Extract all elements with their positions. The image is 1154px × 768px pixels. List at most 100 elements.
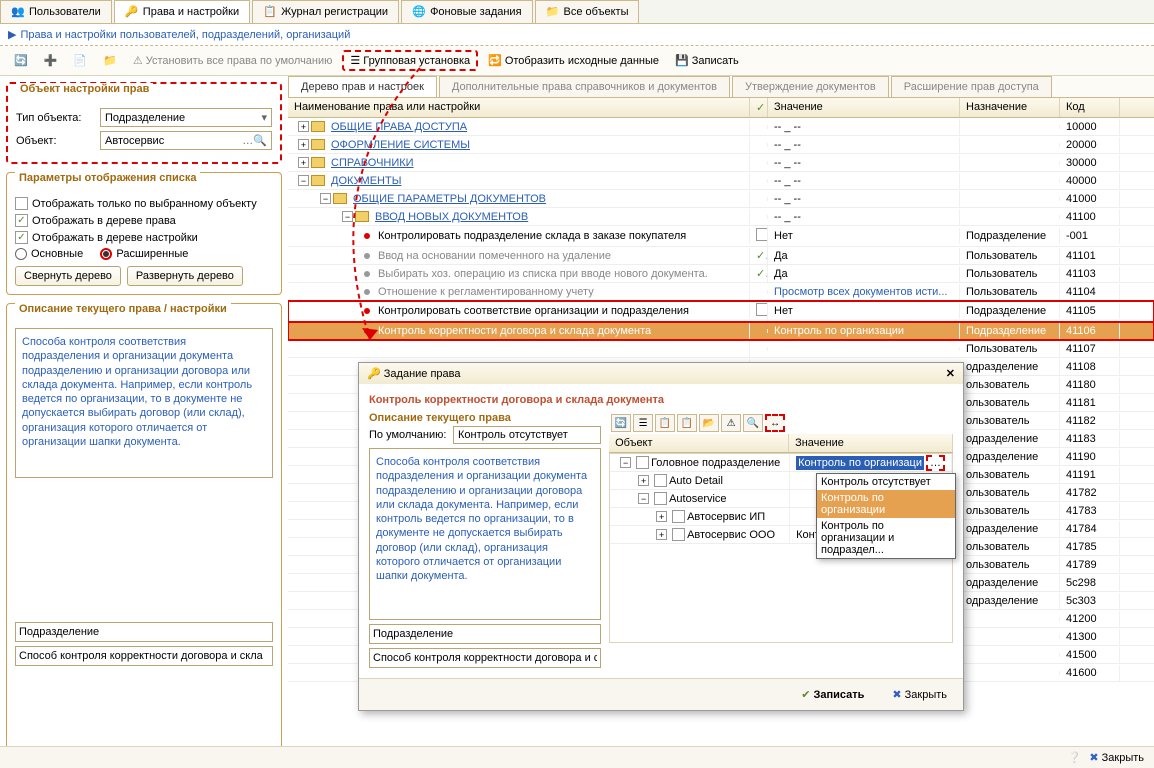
tab-all[interactable]: 📁Все объекты	[535, 0, 640, 23]
plus-icon: ➕	[44, 54, 58, 67]
inner-tab-approval[interactable]: Утверждение документов	[732, 76, 889, 97]
tb-5[interactable]: 📂	[699, 414, 719, 432]
table-row[interactable]: −ОБЩИЕ ПАРАМЕТРЫ ДОКУМЕНТОВ-- _ --41000	[288, 190, 1154, 208]
table-row[interactable]: Контролировать подразделение склада в за…	[288, 226, 1154, 247]
object-combo[interactable]: Автосервис…🔍	[100, 131, 272, 150]
folder-button[interactable]: 📁	[97, 52, 123, 69]
breadcrumb-text: Права и настройки пользователей, подразд…	[20, 29, 350, 41]
table-row[interactable]: +СПРАВОЧНИКИ-- _ --30000	[288, 154, 1154, 172]
table-row[interactable]: Отношение к регламентированному учетуПро…	[288, 283, 1154, 301]
col-hdr-naz[interactable]: Назначение	[960, 98, 1060, 117]
popup-inp2[interactable]	[369, 648, 601, 668]
expander-icon[interactable]: −	[342, 211, 353, 222]
radio-basic[interactable]	[15, 248, 27, 260]
set-defaults-button[interactable]: ⚠Установить все права по умолчанию	[127, 52, 339, 69]
object-settings-box: Объект настройки прав Тип объекта: Подра…	[6, 82, 282, 164]
add-button[interactable]: ➕	[38, 52, 64, 69]
footer-close-button[interactable]: ✖ Закрыть	[1089, 751, 1144, 764]
table-row[interactable]: −ДОКУМЕНТЫ-- _ --40000	[288, 172, 1154, 190]
type-combo[interactable]: Подразделение▾	[100, 108, 272, 127]
table-row[interactable]: +ОБЩИЕ ПРАВА ДОСТУПА-- _ --10000	[288, 118, 1154, 136]
chk-tree-settings[interactable]	[15, 231, 28, 244]
dropdown-item[interactable]: Контроль по организации	[817, 490, 955, 518]
dot-icon	[364, 271, 370, 277]
dropdown-item[interactable]: Контроль по организации и подраздел...	[817, 518, 955, 558]
dot-icon	[364, 289, 370, 295]
tb-2[interactable]: ☰	[633, 414, 653, 432]
tb-7[interactable]: 🔍	[743, 414, 763, 432]
radio2-label: Расширенные	[116, 248, 188, 260]
collapse-tree-button[interactable]: Свернуть дерево	[15, 266, 121, 286]
popup-footer: ✔ Записать ✖ Закрыть	[359, 678, 963, 710]
group-install-button[interactable]: ☰Групповая установка	[342, 50, 478, 71]
tab-bg[interactable]: 🌐Фоновые задания	[401, 0, 532, 23]
col-hdr-name[interactable]: Наименование права или настройки	[288, 98, 750, 117]
chk-selected-only[interactable]	[15, 197, 28, 210]
save-button[interactable]: 💾Записать	[669, 52, 745, 69]
tree-item[interactable]: − Головное подразделениеКонтроль по орга…	[610, 454, 952, 472]
tb-6[interactable]: ⚠	[721, 414, 741, 432]
chevron-down-icon[interactable]: ▾	[261, 111, 267, 124]
left-panel: Объект настройки прав Тип объекта: Подра…	[0, 76, 288, 756]
expander-icon[interactable]: +	[298, 121, 309, 132]
radio-extended[interactable]	[100, 248, 112, 260]
inner-tab-access[interactable]: Расширение прав доступа	[891, 76, 1052, 97]
popup-col-val: Значение	[789, 434, 953, 452]
refresh2-icon: 🔁	[488, 54, 502, 67]
popup-grid-hdr: Объект Значение	[609, 434, 953, 453]
dropdown-item[interactable]: Контроль отсутствует	[817, 474, 955, 490]
table-row[interactable]: Ввод на основании помеченного на удалени…	[288, 247, 1154, 265]
col-hdr-code[interactable]: Код	[1060, 98, 1120, 117]
tab-users[interactable]: 👥Пользователи	[0, 0, 112, 23]
show-source-button[interactable]: 🔁Отобразить исходные данные	[482, 52, 665, 69]
expander-icon[interactable]: −	[320, 193, 331, 204]
tb-4[interactable]: 📋	[677, 414, 697, 432]
copy-button[interactable]: 📄	[67, 52, 93, 69]
tb-8[interactable]: ↔	[765, 414, 785, 432]
ellipsis-button[interactable]: …	[926, 455, 945, 471]
value-dropdown[interactable]: Контроль отсутствуетКонтроль по организа…	[816, 473, 956, 559]
popup-save-button[interactable]: ✔ Записать	[791, 685, 874, 704]
expander-icon[interactable]: +	[298, 157, 309, 168]
expander-icon[interactable]: −	[298, 175, 309, 186]
table-row[interactable]: Контролировать соответствие организации …	[288, 301, 1154, 322]
popup-close-button[interactable]: ✖ Закрыть	[882, 685, 957, 704]
inner-tab-extra[interactable]: Дополнительные права справочников и доку…	[439, 76, 730, 97]
popup-default-combo[interactable]: Контроль отсутствует	[453, 426, 601, 444]
tab-rights[interactable]: 🔑Права и настройки	[114, 0, 250, 23]
copy-icon: 📄	[73, 54, 87, 67]
help-icon[interactable]: ❔	[1068, 751, 1082, 764]
popup-inp1[interactable]	[369, 624, 601, 644]
popup-title-text: Задание права	[384, 368, 461, 380]
col-hdr-val[interactable]: Значение	[768, 98, 960, 117]
folder-icon	[311, 121, 325, 132]
desc-input1[interactable]	[15, 622, 273, 642]
all-icon: 📁	[546, 5, 560, 19]
radio1-label: Основные	[31, 248, 83, 260]
inner-tab-tree[interactable]: Дерево прав и настроек	[288, 76, 437, 97]
chk-tree-rights[interactable]	[15, 214, 28, 227]
popup-toolbar: 🔄 ☰ 📋 📋 📂 ⚠ 🔍 ↔	[609, 412, 953, 434]
grid-header: Наименование права или настройки ✓ Значе…	[288, 98, 1154, 118]
tb-1[interactable]: 🔄	[611, 414, 631, 432]
table-row[interactable]: +ОФОРМЛЕНИЕ СИСТЕМЫ-- _ --20000	[288, 136, 1154, 154]
expander-icon[interactable]: +	[298, 139, 309, 150]
close-icon[interactable]: ✕	[946, 367, 955, 380]
folder-icon	[333, 193, 347, 204]
desc-input2[interactable]	[15, 646, 273, 666]
refresh-button[interactable]: 🔄	[8, 52, 34, 69]
tab-log[interactable]: 📋Журнал регистрации	[252, 0, 399, 23]
ellipsis-icon[interactable]: …🔍	[242, 134, 267, 147]
table-row[interactable]: Пользователь41107	[288, 340, 1154, 358]
popup-titlebar[interactable]: 🔑 Задание права ✕	[359, 363, 963, 384]
table-row[interactable]: Выбирать хоз. операцию из списка при вво…	[288, 265, 1154, 283]
main-toolbar: 🔄 ➕ 📄 📁 ⚠Установить все права по умолчан…	[0, 46, 1154, 76]
dot-icon	[364, 233, 370, 239]
table-row[interactable]: −ВВОД НОВЫХ ДОКУМЕНТОВ-- _ --41100	[288, 208, 1154, 226]
folder-icon	[355, 211, 369, 222]
expand-tree-button[interactable]: Развернуть дерево	[127, 266, 243, 286]
table-row[interactable]: Контроль корректности договора и склада …	[288, 322, 1154, 340]
footer-bar: ❔ ✖ Закрыть	[0, 746, 1154, 768]
tb-3[interactable]: 📋	[655, 414, 675, 432]
display-params-box: Параметры отображения списка Отображать …	[6, 172, 282, 295]
